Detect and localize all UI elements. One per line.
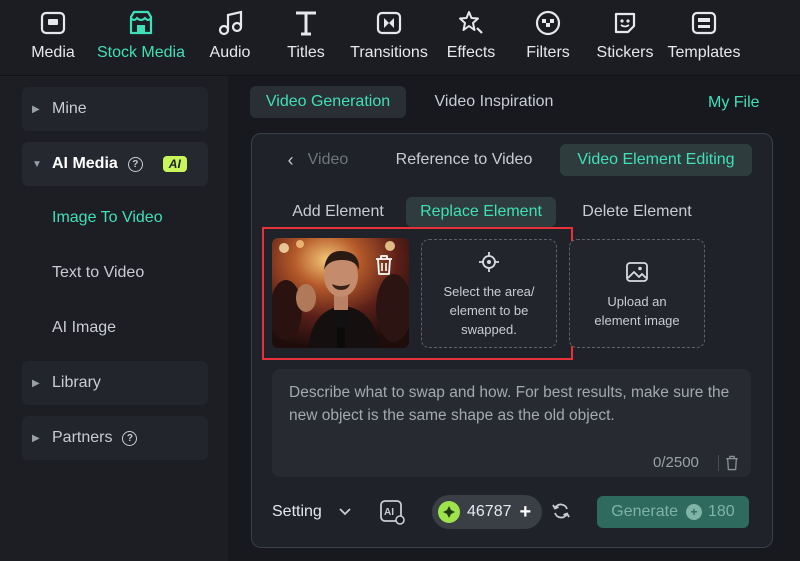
tab-replace-element[interactable]: Replace Element <box>406 197 556 227</box>
toolbar-effects[interactable]: Effects <box>444 0 498 76</box>
sidebar-item-partners[interactable]: ▶ Partners ? <box>22 416 208 460</box>
tab-video-generation[interactable]: Video Generation <box>250 86 406 118</box>
credit-coin-icon: + <box>686 504 702 520</box>
select-area-button[interactable]: Select the area/ element to be swapped. <box>421 239 557 348</box>
sidebar-item-image-to-video[interactable]: Image To Video <box>52 209 163 227</box>
effects-icon <box>456 8 486 38</box>
back-video-tab[interactable]: ‹ Video <box>278 144 358 176</box>
setting-dropdown[interactable]: Setting <box>272 503 322 521</box>
upload-element-image-button[interactable]: Upload an element image <box>569 239 705 348</box>
sidebar-item-mine[interactable]: ▶ Mine <box>22 87 208 131</box>
caret-down-icon: ▼ <box>32 158 42 170</box>
clear-prompt-button[interactable] <box>722 453 742 473</box>
credit-gem-icon <box>438 501 460 523</box>
templates-icon <box>689 8 719 38</box>
top-toolbar: Media Stock Media Audio Titles Transitio… <box>0 0 800 76</box>
toolbar-titles[interactable]: Titles <box>284 0 328 76</box>
toolbar-filters[interactable]: Filters <box>524 0 572 76</box>
char-count: 0/2500 <box>653 454 699 471</box>
delete-thumbnail-button[interactable] <box>371 252 397 278</box>
caret-right-icon: ▶ <box>32 103 40 115</box>
sidebar-item-ai-image[interactable]: AI Image <box>52 319 116 337</box>
add-credits-icon[interactable]: + <box>520 501 532 524</box>
trash-icon <box>376 255 392 275</box>
ai-badge: AI <box>162 156 187 172</box>
credits-balance[interactable]: 46787 + <box>432 495 542 529</box>
tab-video-element-editing[interactable]: Video Element Editing <box>560 144 752 176</box>
stickers-icon <box>610 8 640 38</box>
toolbar-stock-media[interactable]: Stock Media <box>92 0 190 76</box>
svg-text:AI: AI <box>384 507 394 518</box>
toolbar-audio[interactable]: Audio <box>206 0 254 76</box>
sidebar-item-library[interactable]: ▶ Library <box>22 361 208 405</box>
sidebar-item-ai-media[interactable]: ▼ AI Media ? AI <box>22 142 208 186</box>
filters-icon <box>533 8 563 38</box>
help-icon[interactable]: ? <box>122 430 138 446</box>
trash-icon <box>726 455 738 471</box>
toolbar-transitions[interactable]: Transitions <box>348 0 430 76</box>
toolbar-media[interactable]: Media <box>26 0 80 76</box>
toolbar-stickers[interactable]: Stickers <box>594 0 656 76</box>
generate-button[interactable]: Generate + 180 <box>597 496 749 528</box>
image-icon <box>626 262 648 282</box>
caret-right-icon: ▶ <box>32 377 40 389</box>
tab-video-inspiration[interactable]: Video Inspiration <box>420 86 568 118</box>
transitions-icon <box>374 8 404 38</box>
ai-settings-icon[interactable]: AI <box>378 498 406 526</box>
tab-reference-to-video[interactable]: Reference to Video <box>386 144 542 176</box>
audio-icon <box>215 8 245 38</box>
tab-add-element[interactable]: Add Element <box>278 197 398 227</box>
sidebar-item-text-to-video[interactable]: Text to Video <box>52 264 144 282</box>
titles-icon <box>291 8 321 38</box>
chevron-left-icon: ‹ <box>287 149 294 170</box>
caret-right-icon: ▶ <box>32 432 40 444</box>
toolbar-templates[interactable]: Templates <box>666 0 742 76</box>
stock-media-icon <box>126 8 156 38</box>
help-icon[interactable]: ? <box>127 156 143 172</box>
prompt-placeholder: Describe what to swap and how. For best … <box>289 384 730 424</box>
video-thumbnail[interactable] <box>272 238 409 348</box>
refresh-icon[interactable] <box>551 501 571 521</box>
prompt-input[interactable]: Describe what to swap and how. For best … <box>272 369 751 477</box>
target-icon <box>479 252 499 272</box>
tab-delete-element[interactable]: Delete Element <box>572 197 702 227</box>
media-icon <box>38 8 68 38</box>
divider <box>718 455 719 471</box>
chevron-down-icon[interactable] <box>338 505 352 519</box>
my-file-link[interactable]: My File <box>708 94 760 112</box>
